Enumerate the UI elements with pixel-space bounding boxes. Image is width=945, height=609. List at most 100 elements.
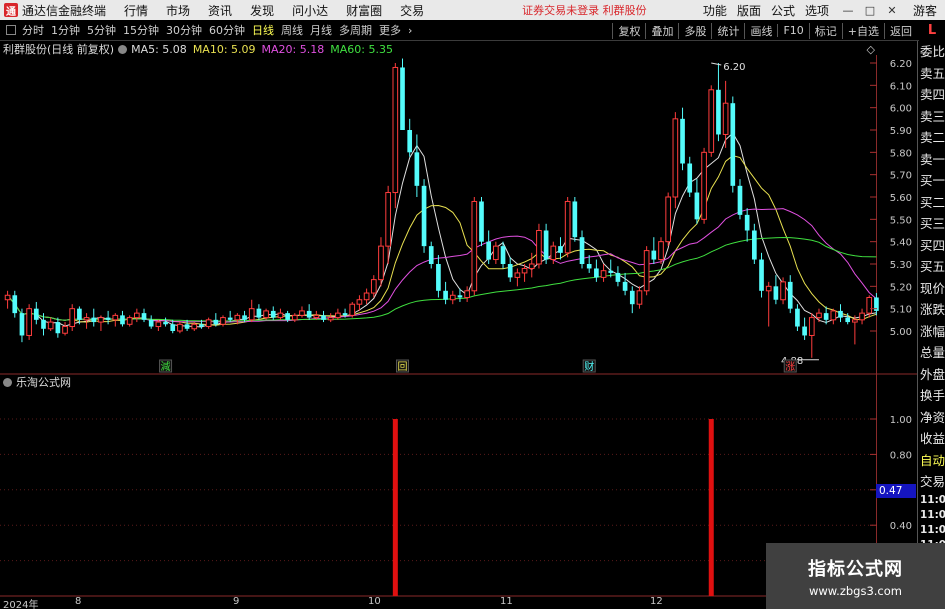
panel-toggle-icon[interactable] [6,25,16,35]
tick-time: 11:05 [920,508,945,521]
maximize-icon[interactable]: □ [861,4,879,17]
menu-item-wealth[interactable]: 财富圈 [346,2,382,19]
candle-body [335,312,341,319]
chart-grid [0,55,917,609]
candle-body [313,314,320,319]
candle-body [572,201,578,238]
period-15min[interactable]: 15分钟 [123,22,159,38]
tool-f10[interactable]: F10 [777,24,808,37]
tool-add-watchlist[interactable]: +自选 [841,22,884,39]
period-monthly[interactable]: 月线 [310,22,332,38]
candle-body [205,319,212,328]
price-tick-label: 5.70 [890,171,912,182]
candle-body [464,290,470,299]
candle-body [558,246,563,253]
ma20-value: MA20: 5.18 [261,42,325,56]
candle-body [98,317,104,323]
menu-bar: 通 通达信金融终端 行情 市场 资讯 发现 问小达 财富圈 交易 证券交易未登录… [0,0,945,20]
period-weekly[interactable]: 周线 [281,22,303,38]
candle-body [600,270,607,278]
menu-item-discover[interactable]: 发现 [250,2,274,19]
main-indicator-header: 利群股份(日线 前复权) MA5: 5.08 MA10: 5.09 MA20: … [0,41,880,57]
sub-tick-label: 0.80 [890,450,912,461]
period-5min[interactable]: 5分钟 [87,22,116,38]
period-60min[interactable]: 60分钟 [209,22,245,38]
candle-body [270,310,276,318]
tool-draw-line[interactable]: 画线 [744,22,777,39]
candle-body [26,308,32,336]
candle-body [414,152,420,186]
candle-body [859,312,865,321]
tool-statistics[interactable]: 统计 [711,22,744,39]
candle-body [615,272,621,282]
guest-user[interactable]: 游客 [913,2,937,19]
tool-overlay[interactable]: 叠加 [645,22,678,39]
candle-body [370,279,377,294]
candle-body [830,310,837,321]
candle-body [342,313,348,316]
candle-body [184,324,190,329]
period-daily[interactable]: 日线 [252,22,274,38]
date-label-year: 2024年 [3,600,39,609]
quote-field-label: 卖一 [920,151,945,167]
sub-current-value: 0.47 [876,484,916,498]
quote-field-label: 总量 [920,345,945,360]
candle-body [479,201,484,242]
menu-item-options[interactable]: 选项 [805,2,829,19]
candle-body [608,270,614,273]
price-tick-label: 5.80 [890,148,912,159]
candle-body [141,313,147,320]
auto-label[interactable]: 自动 [918,450,945,472]
close-icon[interactable]: ✕ [883,4,901,17]
sub-indicator-title[interactable]: 乐淘公式网 [16,374,71,390]
settings-circle-icon[interactable] [118,44,128,54]
quote-field-label: 委比 [920,44,945,59]
candle-body [321,315,326,320]
menu-item-news[interactable]: 资讯 [208,2,232,19]
login-alert[interactable]: 证券交易未登录 利群股份 [522,2,647,18]
price-tick-label: 5.50 [890,215,912,226]
candle-body [651,250,657,260]
candle-body [564,200,571,254]
period-multi[interactable]: 多周期 [339,22,372,38]
candle-body [543,230,549,260]
period-1min[interactable]: 1分钟 [51,22,80,38]
stock-title[interactable]: 利群股份(日线 前复权) [3,41,114,57]
candle-body [708,89,715,153]
candle-body [306,310,312,318]
candle-body [514,272,521,278]
menu-item-layout[interactable]: 版面 [737,2,761,19]
candle-body [199,324,204,327]
candle-body [356,299,363,305]
kline-chart[interactable]: 6.20 6.10 6.00 5.90 5.80 5.70 5.60 5.50 5.40 5.30… [0,41,917,609]
candle-body [787,281,793,309]
menu-item-market[interactable]: 市场 [166,2,190,19]
tool-multi-stock[interactable]: 多股 [678,22,711,39]
settings-circle-icon[interactable] [3,377,12,387]
level2-mark[interactable]: L [919,20,945,41]
price-tick-label: 5.20 [890,282,912,293]
tool-mark[interactable]: 标记 [808,22,842,39]
menu-item-function[interactable]: 功能 [703,2,727,19]
price-tick-label: 6.10 [890,81,912,92]
period-30min[interactable]: 30分钟 [166,22,202,38]
menu-item-formula[interactable]: 公式 [771,2,795,19]
candle-body [528,263,535,269]
trade-label[interactable]: 交易 [918,471,945,493]
period-more[interactable]: 更多 [379,22,401,38]
price-axis: 6.20 6.10 6.00 5.90 5.80 5.70 5.60 5.50 5.40 5.30… [867,43,912,338]
tool-adjust[interactable]: 复权 [612,22,645,39]
quote-field-label: 卖二 [920,130,945,145]
candle-body [701,151,707,220]
price-tick-label: 6.20 [890,59,912,70]
menu-item-quotes[interactable]: 行情 [124,2,148,19]
menu-item-ask[interactable]: 问小达 [292,2,328,19]
minimize-icon[interactable]: — [839,4,857,17]
chevron-right-icon[interactable]: › [408,24,412,37]
period-intraday[interactable]: 分时 [22,22,44,38]
candle-body [471,200,478,292]
candle-body [428,246,434,264]
menu-item-trade[interactable]: 交易 [400,2,424,19]
tool-back[interactable]: 返回 [884,22,917,39]
date-label-nov: 11 [500,596,513,607]
